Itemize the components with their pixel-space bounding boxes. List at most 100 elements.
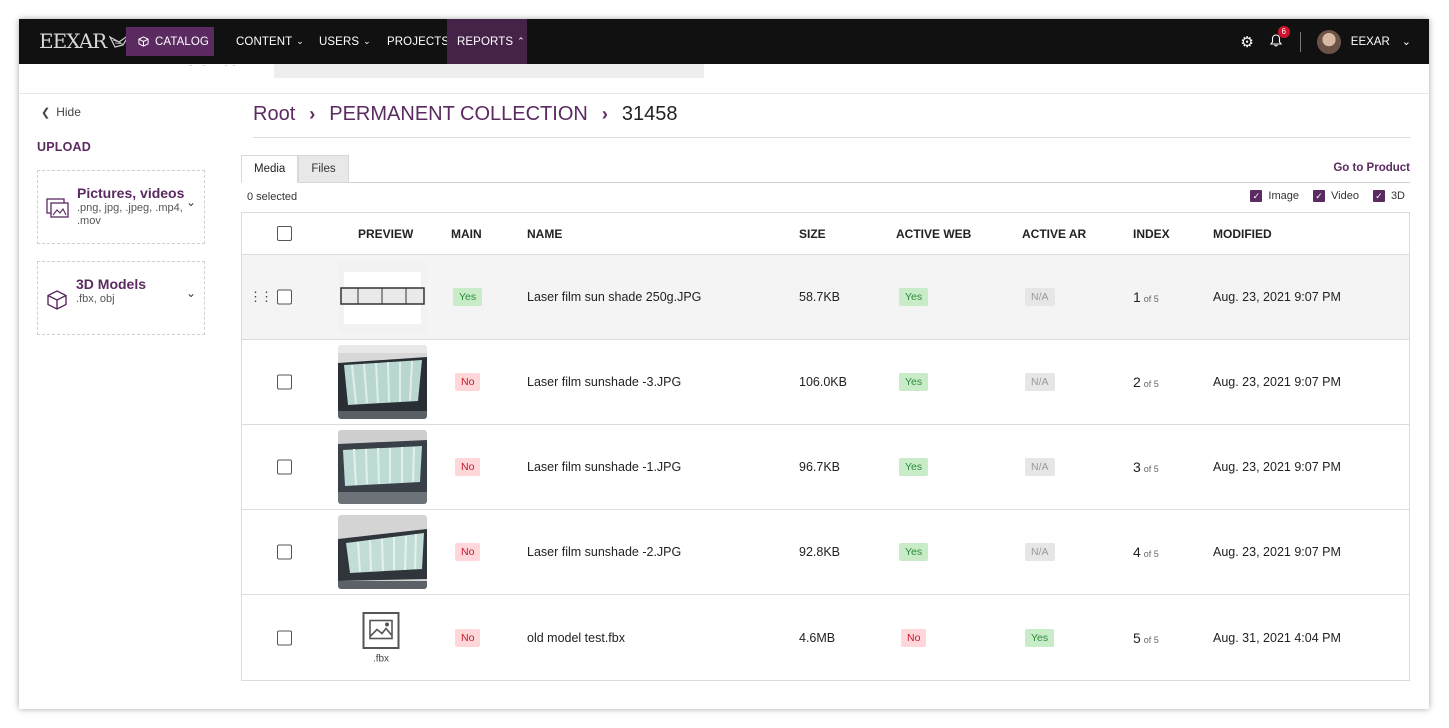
preview-thumbnail[interactable] [338,515,427,589]
tab-files[interactable]: Files [298,155,349,183]
table-row[interactable]: No Laser film sunshade -3.JPG 106.0KB Ye… [242,340,1409,425]
active-web-badge[interactable]: Yes [899,543,929,561]
logo[interactable]: EEXAR [39,29,131,53]
row-checkbox[interactable] [277,630,292,645]
active-web-badge[interactable]: Yes [899,373,929,391]
upload-card-title: 3D Models [76,276,147,292]
select-all-checkbox[interactable] [277,226,292,241]
active-ar-badge: N/A [1025,373,1055,391]
avatar[interactable] [1316,29,1341,54]
go-to-product-link[interactable]: Go to Product [1333,162,1410,174]
modified-date: Aug. 23, 2021 9:07 PM [1213,545,1341,559]
media-table: PREVIEW MAIN NAME SIZE ACTIVE WEB ACTIVE… [241,212,1410,681]
preview-placeholder[interactable]: .fbx [362,611,400,664]
active-web-badge[interactable]: Yes [899,458,929,476]
images-icon [46,198,69,218]
selected-count: 0 selected [247,191,298,203]
file-size: 96.7KB [799,460,841,474]
breadcrumb-root[interactable]: Root [253,103,295,126]
active-ar-badge: N/A [1025,288,1055,306]
upload-3d-models[interactable]: 3D Models .fbx, obj ⌄ [37,261,205,335]
active-web-badge[interactable]: Yes [899,288,929,306]
row-checkbox[interactable] [277,459,292,475]
preview-file-type: .fbx [372,653,390,664]
chevron-down-icon[interactable]: ⌄ [1402,35,1411,48]
nav-users-label: USERS [319,35,360,48]
upload-pictures-videos[interactable]: Pictures, videos .png, jpg, .jpeg, .mp4,… [37,170,205,244]
username[interactable]: EEXAR [1351,36,1390,48]
chevron-up-icon: ⌃ [517,36,525,46]
tab-media[interactable]: Media [241,155,299,183]
row-checkbox[interactable] [277,544,292,560]
nav-content[interactable]: CONTENT ⌄ [236,27,304,56]
file-name: Laser film sunshade -2.JPG [527,545,682,559]
index-value: 3 of 5 [1133,459,1159,475]
cube-icon [138,36,149,47]
nav-reports[interactable]: REPORTS ⌃ [447,19,527,64]
active-ar-badge[interactable]: Yes [1025,628,1055,647]
col-preview: PREVIEW [358,227,414,241]
active-ar-badge: N/A [1025,543,1055,561]
table-row[interactable]: .fbx No old model test.fbx 4.6MB No Yes … [242,595,1409,680]
chevron-down-icon: ⌄ [363,36,371,46]
divider [1299,31,1301,52]
main-badge[interactable]: No [455,628,481,647]
col-index[interactable]: INDEX [1133,227,1170,241]
search-bar-remnant [274,64,704,78]
nav-catalog-label: CATALOG [155,35,209,48]
preview-thumbnail[interactable] [338,260,427,334]
table-row[interactable]: No Laser film sunshade -2.JPG 92.8KB Yes… [242,510,1409,595]
chevron-right-icon: › [601,104,608,124]
preview-thumbnail[interactable] [338,345,427,419]
hide-sidebar-link[interactable]: ❮ Hide [41,105,81,119]
main-badge[interactable]: Yes [453,288,483,306]
col-name[interactable]: NAME [527,227,562,241]
col-modified[interactable]: MODIFIED [1213,227,1272,241]
filter-3d-label: 3D [1390,190,1405,202]
main-badge[interactable]: No [455,543,481,561]
main-badge[interactable]: No [455,373,481,391]
nav-right: ⚙ 6 EEXAR ⌄ [1240,19,1411,64]
nav-projects[interactable]: PROJECTS [387,27,449,56]
filter-video-checkbox[interactable]: ✓ [1313,190,1325,202]
filter-image-checkbox[interactable]: ✓ [1250,190,1263,202]
chevron-down-icon[interactable]: ⌄ [186,195,196,209]
hide-label: Hide [56,105,81,119]
index-value: 5 of 5 [1133,630,1159,646]
main-badge[interactable]: No [455,458,481,476]
file-size: 58.7KB [799,290,841,304]
nav-catalog[interactable]: CATALOG [126,27,214,56]
col-size[interactable]: SIZE [799,227,826,241]
preview-thumbnail[interactable] [338,430,427,504]
modified-date: Aug. 23, 2021 9:07 PM [1213,460,1341,474]
col-active-web: ACTIVE WEB [896,227,972,241]
index-number: 5 [1133,629,1141,646]
row-checkbox[interactable] [277,289,292,305]
table-header: PREVIEW MAIN NAME SIZE ACTIVE WEB ACTIVE… [242,213,1409,255]
modified-date: Aug. 23, 2021 9:07 PM [1213,375,1341,389]
type-filters: ✓ Image ✓ Video ✓ 3D [1242,190,1405,202]
nav-content-label: CONTENT [236,35,293,48]
breadcrumb-current: 31458 [621,103,678,125]
chevron-down-icon[interactable]: ⌄ [186,286,196,300]
cube-icon [47,290,67,310]
table-row[interactable]: No Laser film sunshade -1.JPG 96.7KB Yes… [242,425,1409,510]
filter-3d-checkbox[interactable]: ✓ [1372,190,1385,202]
modified-date: Aug. 31, 2021 4:04 PM [1213,630,1341,645]
table-row[interactable]: ⋮⋮ Yes Laser film sun shade 250g.JPG 58.… [242,255,1409,340]
upload-title: UPLOAD [37,140,91,154]
upload-card-formats: .fbx, obj [76,293,115,305]
drag-handle-icon[interactable]: ⋮⋮ [249,289,273,305]
divider [253,137,1410,138]
nav-users[interactable]: USERS ⌄ [319,27,371,56]
breadcrumb-collection[interactable]: PERMANENT COLLECTION [329,103,588,126]
row-checkbox[interactable] [277,374,292,390]
upload-card-title: Pictures, videos [77,185,185,201]
active-web-badge[interactable]: No [901,628,927,647]
notification-badge: 6 [1277,25,1290,38]
col-active-ar: ACTIVE AR [1022,227,1087,241]
notifications-button[interactable]: 6 [1269,25,1290,50]
file-size: 4.6MB [799,630,836,645]
index-total: of 5 [1143,549,1159,559]
gear-icon[interactable]: ⚙ [1240,33,1253,51]
